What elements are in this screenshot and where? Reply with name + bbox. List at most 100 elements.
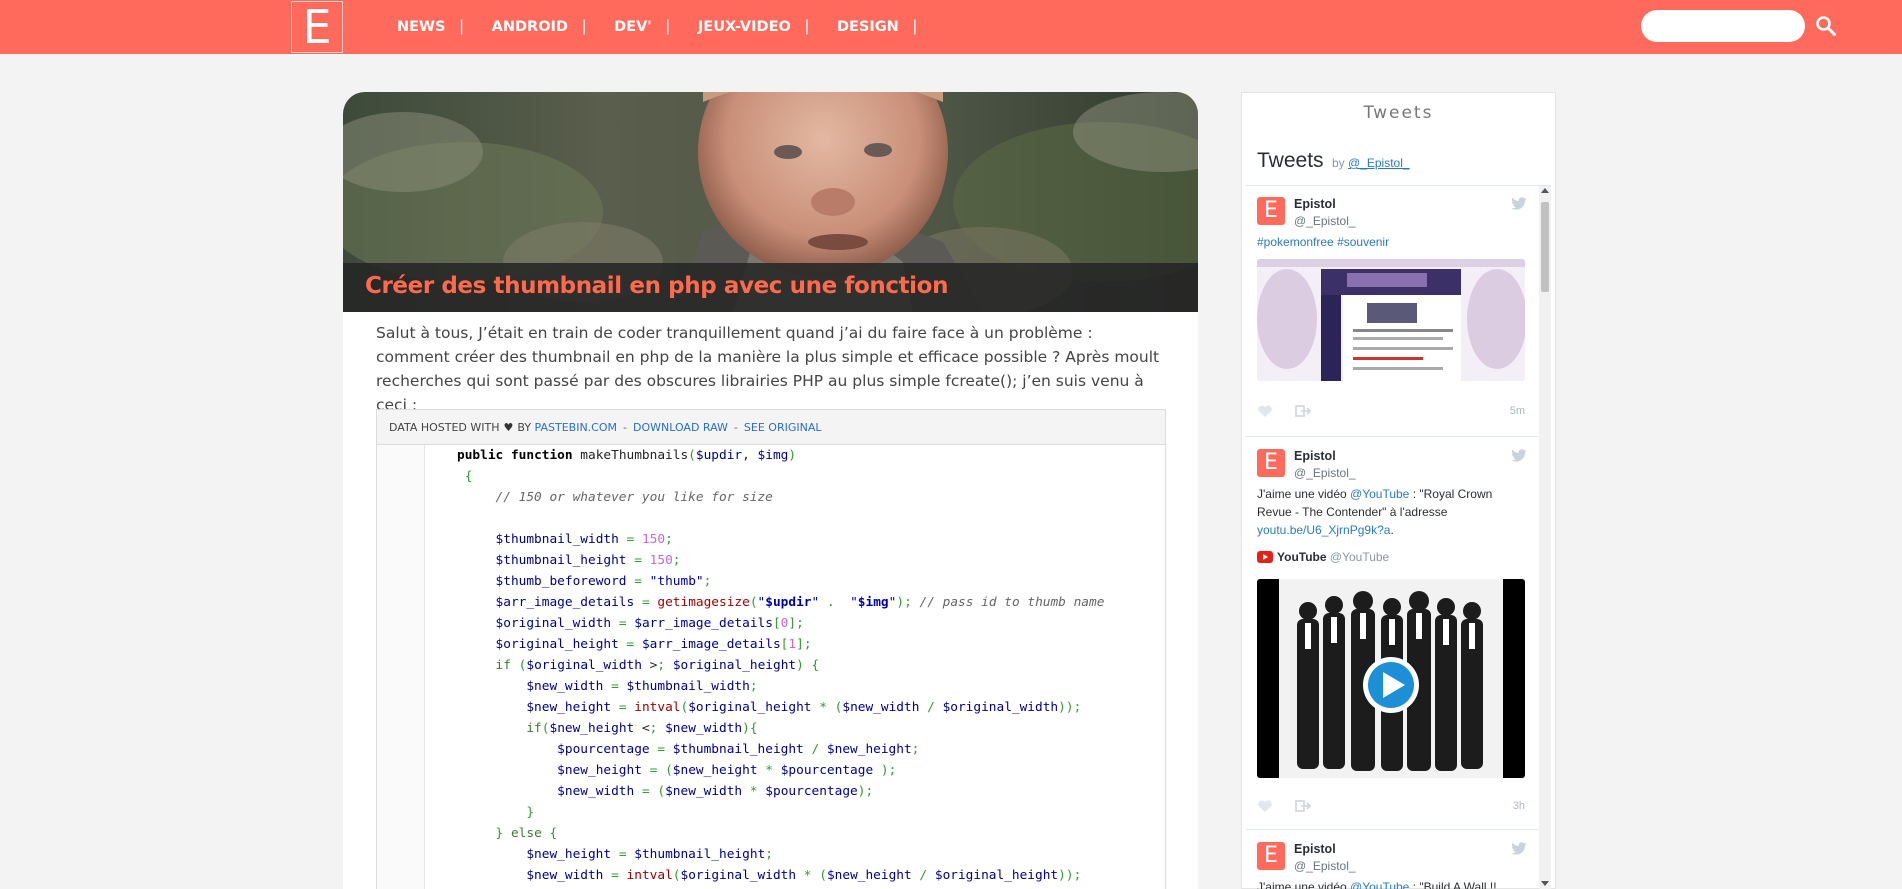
url-link[interactable]: youtu.be/U6_XjrnPg9k?a <box>1257 523 1390 537</box>
heart-icon[interactable] <box>1257 799 1273 813</box>
share-icon[interactable] <box>1295 405 1311 417</box>
heart-icon: ♥ <box>503 420 514 434</box>
tweet-timeline[interactable]: E Epistol @_Epistol_ #pokemonfree #souve… <box>1246 185 1551 889</box>
tweet-media-image[interactable] <box>1257 259 1525 381</box>
avatar[interactable]: E <box>1257 197 1285 225</box>
twitter-bird-icon[interactable] <box>1510 197 1528 211</box>
nav-separator: | <box>459 18 464 35</box>
code-line: $original_width = $arr_image_details[0]; <box>495 616 804 631</box>
line-number-gutter <box>377 445 425 889</box>
scrollbar-thumb[interactable] <box>1541 202 1549 292</box>
twitter-bird-icon[interactable] <box>1510 449 1528 463</box>
youtube-icon <box>1257 551 1273 563</box>
tweet-actions: 5m <box>1257 403 1525 419</box>
tweet[interactable]: E Epistol @_Epistol_ J'aime une vidéo @Y… <box>1246 437 1538 830</box>
code-line: $thumb_beforeword = "thumb"; <box>495 574 712 589</box>
code-line: if($new_height <; $new_width){ <box>526 721 758 736</box>
nav-item-jeux-video[interactable]: Jeux-Video <box>698 19 791 35</box>
code-line: $new_width = ($new_width * $pourcentage)… <box>557 784 874 799</box>
code-line: $thumbnail_width = 150; <box>495 532 673 547</box>
code-line: $new_height = intval($original_height * … <box>526 700 1082 715</box>
code-line: $new_width = $thumbnail_width; <box>526 679 758 694</box>
tweet[interactable]: E Epistol @_Epistol_ #pokemonfree #souve… <box>1246 186 1538 437</box>
tweet-time[interactable]: 5m <box>1510 405 1525 417</box>
code-line: } else { <box>495 826 558 841</box>
hashtag-link[interactable]: #pokemonfree <box>1257 235 1334 249</box>
timeline-handle-link[interactable]: @_Epistol_ <box>1348 156 1410 170</box>
avatar[interactable]: E <box>1257 449 1285 477</box>
code-area[interactable]: public function makeThumbnails($updir, $… <box>377 445 1165 889</box>
code-line: { <box>464 469 473 484</box>
code-line: $new_width = intval($original_width * ($… <box>526 868 1082 883</box>
pastebin-header: Data hosted with ♥ by Pastebin.com - Dow… <box>377 410 1165 445</box>
by-label: by <box>517 420 532 434</box>
download-raw-link[interactable]: Download Raw <box>633 421 728 434</box>
code-block[interactable]: public function makeThumbnails($updir, $… <box>457 445 1165 886</box>
pastebin-link[interactable]: Pastebin.com <box>535 421 617 434</box>
site-logo[interactable]: E <box>291 1 343 53</box>
article-card: Créer des thumbnail en php avec une fonc… <box>343 92 1198 889</box>
code-line: if ($original_width >; $original_height)… <box>495 658 820 673</box>
tweet-author-handle[interactable]: @_Epistol_ <box>1294 214 1356 228</box>
tweets-widget: Tweets Tweets by @_Epistol_ E Epistol @_… <box>1241 92 1556 889</box>
tweet-text-part: J'aime une vidéo <box>1257 880 1351 889</box>
mention-link[interactable]: @YouTube <box>1350 487 1409 501</box>
tweet-text: #pokemonfree #souvenir <box>1257 233 1527 251</box>
code-line: } <box>526 805 535 820</box>
video-thumbnail[interactable] <box>1257 579 1525 778</box>
share-icon[interactable] <box>1295 800 1311 812</box>
avatar[interactable]: E <box>1257 842 1285 870</box>
media-source-name: YouTube <box>1277 550 1327 564</box>
nav-item-dev[interactable]: Dev' <box>614 19 652 35</box>
widget-heading: Tweets <box>1363 103 1434 123</box>
heart-icon[interactable] <box>1257 404 1273 418</box>
code-line: $pourcentage = $thumbnail_height / $new_… <box>557 742 920 757</box>
mention-link[interactable]: @YouTube <box>1350 880 1409 889</box>
tweet-time[interactable]: 3h <box>1513 800 1525 812</box>
code-line: $thumbnail_height = 150; <box>495 553 681 568</box>
code-line: public function makeThumbnails($updir, $… <box>457 448 797 463</box>
tweet-text-part: : "Build A Wall !! <box>1409 880 1497 889</box>
main-nav: News | Android | Dev' | Jeux-Video | Des… <box>397 0 945 54</box>
tweet-author-name[interactable]: Epistol <box>1294 197 1336 211</box>
tweet-author-name[interactable]: Epistol <box>1294 449 1336 463</box>
hashtag-link[interactable]: #souvenir <box>1337 235 1389 249</box>
nav-separator: | <box>804 18 809 35</box>
twitter-bird-icon[interactable] <box>1510 842 1528 856</box>
tweet-text: J'aime une vidéo @YouTube : "Build A Wal… <box>1257 878 1527 889</box>
tweet-author-handle[interactable]: @_Epistol_ <box>1294 466 1356 480</box>
media-source[interactable]: YouTube @YouTube <box>1257 550 1389 564</box>
code-line: // 150 or whatever you like for size <box>495 490 773 505</box>
tweet-text: J'aime une vidéo @YouTube : "Royal Crown… <box>1257 485 1527 539</box>
code-line: $new_height = ($new_height * $pourcentag… <box>557 763 897 778</box>
nav-separator: | <box>581 18 587 35</box>
hosted-by-label: Data hosted with <box>389 420 500 434</box>
article-intro: Salut à tous, J’était en train de coder … <box>376 324 1160 414</box>
search-input[interactable] <box>1641 10 1805 42</box>
tweet-author-handle[interactable]: @_Epistol_ <box>1294 859 1356 873</box>
nav-item-design[interactable]: Design <box>837 19 899 35</box>
search-icon[interactable] <box>1814 14 1838 38</box>
header-separator: - <box>733 420 738 434</box>
timeline-scrollbar[interactable] <box>1539 186 1551 889</box>
see-original-link[interactable]: See Original <box>744 421 822 434</box>
timeline-by: by @_Epistol_ <box>1332 156 1410 170</box>
top-bar: E News | Android | Dev' | Jeux-Video | D… <box>0 0 1902 54</box>
tweet[interactable]: E Epistol @_Epistol_ J'aime une vidéo @Y… <box>1246 830 1538 889</box>
nav-item-news[interactable]: News <box>397 19 445 35</box>
scroll-down-arrow[interactable] <box>1541 881 1549 886</box>
article-title-bar: Créer des thumbnail en php avec une fonc… <box>343 263 1198 312</box>
tweet-author-name[interactable]: Epistol <box>1294 842 1336 856</box>
scroll-up-arrow[interactable] <box>1541 188 1549 193</box>
tweet-actions: 3h <box>1257 798 1525 814</box>
nav-separator: | <box>665 18 670 35</box>
media-source-handle: @YouTube <box>1329 550 1390 564</box>
pastebin-embed: Data hosted with ♥ by Pastebin.com - Dow… <box>376 409 1166 889</box>
timeline-by-label: by <box>1331 156 1345 170</box>
nav-item-android[interactable]: Android <box>492 19 568 35</box>
tweet-text-part: J'aime une vidéo <box>1257 487 1351 501</box>
timeline-title[interactable]: Tweets <box>1257 149 1324 172</box>
article-title[interactable]: Créer des thumbnail en php avec une fonc… <box>365 273 948 299</box>
code-line: $arr_image_details = getimagesize("$updi… <box>495 595 1105 610</box>
